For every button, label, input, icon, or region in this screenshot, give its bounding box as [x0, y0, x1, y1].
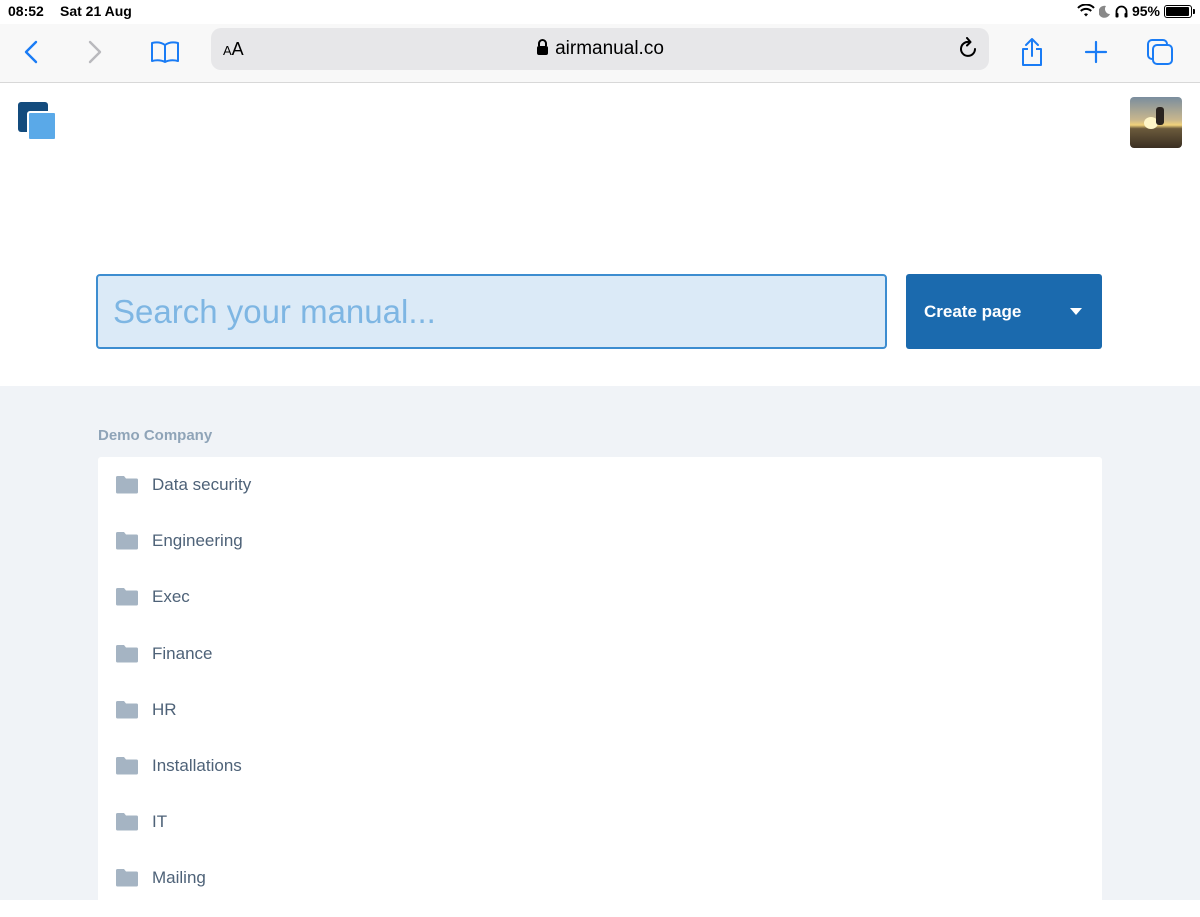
caret-down-icon[interactable] — [1070, 308, 1082, 315]
folder-icon — [115, 812, 139, 831]
lock-icon — [536, 39, 549, 56]
folder-icon — [115, 756, 139, 775]
list-item[interactable]: Installations — [98, 738, 1102, 794]
search-input[interactable] — [96, 274, 887, 349]
status-date: Sat 21 Aug — [60, 3, 132, 19]
reload-icon — [959, 37, 979, 59]
url-display[interactable]: airmanual.co — [211, 38, 989, 60]
new-tab-icon — [1084, 40, 1108, 64]
address-bar[interactable]: AA airmanual.co — [211, 28, 989, 70]
share-button[interactable] — [1014, 34, 1050, 70]
status-time: 08:52 — [8, 3, 44, 19]
forward-button[interactable] — [77, 34, 113, 70]
company-name: Demo Company — [98, 427, 212, 444]
battery-icon — [1164, 5, 1192, 18]
bookmarks-icon — [150, 40, 180, 64]
create-page-button[interactable]: Create page — [906, 274, 1102, 349]
list-item[interactable]: Data security — [98, 457, 1102, 513]
list-item[interactable]: Finance — [98, 626, 1102, 682]
list-item[interactable]: Mailing — [98, 850, 1102, 906]
url-text: airmanual.co — [555, 38, 664, 59]
tabs-icon — [1146, 38, 1174, 66]
folder-icon — [115, 475, 139, 494]
list-item[interactable]: HR — [98, 682, 1102, 738]
folder-label: Data security — [152, 475, 251, 495]
headphones-icon — [1115, 5, 1128, 18]
back-icon — [24, 40, 38, 64]
bookmarks-button[interactable] — [147, 34, 183, 70]
reload-button[interactable] — [959, 37, 979, 64]
new-tab-button[interactable] — [1078, 34, 1114, 70]
folder-label: Installations — [152, 756, 242, 776]
wifi-icon — [1077, 4, 1095, 18]
folder-label: IT — [152, 812, 167, 832]
share-icon — [1020, 37, 1044, 67]
moon-icon — [1099, 5, 1111, 18]
app-logo[interactable] — [18, 102, 58, 142]
status-bar: 08:52 Sat 21 Aug 95% — [0, 0, 1200, 24]
browser-toolbar: AA airmanual.co — [0, 24, 1200, 83]
create-page-label: Create page — [924, 302, 1021, 322]
avatar[interactable] — [1130, 97, 1182, 148]
list-item[interactable]: Engineering — [98, 513, 1102, 569]
tabs-button[interactable] — [1142, 34, 1178, 70]
list-item[interactable]: IT — [98, 794, 1102, 850]
folder-label: Exec — [152, 587, 190, 607]
back-button[interactable] — [13, 34, 49, 70]
battery-percentage: 95% — [1132, 3, 1160, 19]
folder-icon — [115, 587, 139, 606]
folder-list: Data security Engineering Exec Finance HR Ins… — [98, 457, 1102, 917]
manual-content: Demo Company Data security Engineering Exe… — [0, 386, 1200, 900]
folder-label: Finance — [152, 644, 212, 664]
folder-icon — [115, 644, 139, 663]
folder-label: Engineering — [152, 531, 243, 551]
folder-icon — [115, 700, 139, 719]
list-item[interactable]: Exec — [98, 569, 1102, 625]
folder-icon — [115, 531, 139, 550]
folder-icon — [115, 868, 139, 887]
folder-label: HR — [152, 700, 177, 720]
forward-icon — [88, 40, 102, 64]
status-right: 95% — [1077, 3, 1192, 19]
folder-label: Mailing — [152, 868, 206, 888]
